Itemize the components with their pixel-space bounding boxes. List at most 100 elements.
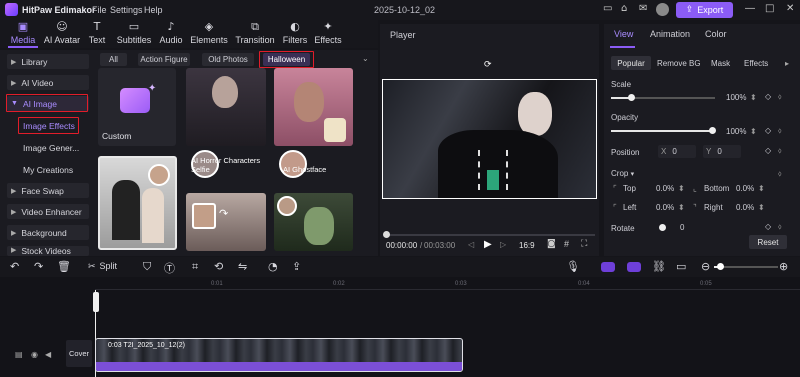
tab-media[interactable]: ▣ Media (8, 20, 38, 48)
opacity-value[interactable]: 100% (726, 127, 746, 136)
tab-filters[interactable]: ◐ Filters (281, 20, 309, 48)
speed-icon[interactable]: ◔ (268, 260, 278, 273)
crop-reset-icon[interactable]: ⬨ (778, 169, 782, 179)
aspect-ratio[interactable]: 16:9 (519, 241, 535, 250)
subtab-more-icon[interactable]: ▸ (785, 59, 789, 68)
visibility-icon[interactable]: ◉ (31, 350, 38, 359)
tab-ai-avatar[interactable]: ☺ AI Avatar (42, 20, 82, 48)
sidebar-item-my-creations[interactable]: My Creations (7, 162, 89, 177)
mirror-icon[interactable]: ⇋ (238, 260, 247, 273)
project-name[interactable]: 2025-10-12_02 (374, 5, 435, 15)
subtab-mask[interactable]: Mask (711, 59, 730, 68)
tab-audio[interactable]: ♪ Audio (157, 20, 185, 48)
halloween-tile-2[interactable] (274, 68, 353, 146)
preview-image[interactable] (382, 79, 597, 199)
menu-file[interactable]: File (92, 5, 107, 15)
tab-elements[interactable]: ◈ Elements (190, 20, 228, 48)
position-keyframe-icon[interactable]: ◇ (765, 146, 771, 155)
split-button[interactable]: ✂ Split (88, 261, 117, 272)
rotate-handle-icon[interactable]: ⟳ (484, 60, 492, 70)
link-toggle[interactable] (627, 262, 641, 272)
cover-button[interactable]: Cover (66, 340, 92, 367)
tab-color[interactable]: Color (705, 29, 727, 39)
maximize-icon[interactable]: □ (765, 3, 774, 14)
notification-icon[interactable]: ⌂ (621, 3, 627, 14)
sidebar-item-stock-videos[interactable]: ▶ Stock Videos (7, 246, 89, 256)
crop-bottom-value[interactable]: 0.0% (736, 184, 754, 193)
video-clip[interactable]: 0:03 T2I_2025_10_12(2) (95, 338, 463, 372)
export-frame-icon[interactable]: ⇪ (292, 260, 301, 273)
play-icon[interactable]: ▶ (484, 239, 492, 250)
reset-button[interactable]: Reset (749, 235, 787, 249)
delete-icon[interactable]: 🗑 (57, 260, 71, 273)
crop-label[interactable]: Crop ▾ (611, 169, 634, 178)
sidebar-item-face-swap[interactable]: ▶ Face Swap (7, 183, 89, 198)
close-icon[interactable]: ✕ (786, 3, 794, 14)
redo-icon[interactable]: ↷ (34, 260, 43, 273)
text-tool-icon[interactable]: Ⓣ (164, 260, 175, 276)
crop-top-value[interactable]: 0.0% (656, 184, 674, 193)
prev-frame-icon[interactable]: ◁ (468, 240, 474, 249)
menu-help[interactable]: Help (144, 5, 163, 15)
tab-transition[interactable]: ⧉ Transition (234, 20, 276, 48)
filter-chip-action-figure[interactable]: Action Figure (138, 53, 190, 66)
zoom-out-icon[interactable]: ⊖ (701, 260, 710, 273)
zoom-in-icon[interactable]: ⊕ (779, 260, 788, 273)
subtab-effects[interactable]: Effects (744, 59, 768, 68)
scale-keyframe-icon[interactable]: ◇ (765, 92, 771, 101)
scale-reset-icon[interactable]: ⬨ (778, 92, 782, 102)
position-y-field[interactable]: Y0 (703, 145, 741, 158)
crop-tool-icon[interactable]: ⌗ (192, 260, 198, 274)
crop-top-arrows-icon[interactable]: ⬍ (678, 184, 685, 193)
opacity-keyframe-icon[interactable]: ◇ (765, 126, 771, 135)
sidebar-item-video-enhancer[interactable]: ▶ Video Enhancer (7, 204, 89, 219)
menu-settings[interactable]: Settings (110, 5, 143, 15)
scale-arrows-icon[interactable]: ⬍ (750, 93, 757, 102)
rotate-value[interactable]: 0 (680, 223, 684, 232)
monitor-icon[interactable]: ▭ (603, 3, 612, 14)
playhead-knob[interactable] (383, 231, 390, 238)
scale-slider-knob[interactable] (628, 94, 635, 101)
export-button[interactable]: ⇪ Export (676, 2, 733, 18)
fullscreen-icon[interactable]: ⛶ (581, 239, 587, 249)
halloween-tile-5[interactable] (274, 193, 353, 251)
undo-icon[interactable]: ↶ (10, 260, 19, 273)
avatar[interactable] (656, 3, 669, 16)
camera-icon[interactable]: ◙ (547, 239, 556, 249)
zoom-slider-knob[interactable] (717, 263, 724, 270)
rotate-dial-knob[interactable] (659, 224, 666, 231)
tab-animation[interactable]: Animation (650, 29, 690, 39)
halloween-tile-3[interactable] (98, 156, 177, 250)
mail-icon[interactable]: ✉ (639, 3, 647, 14)
progress-track[interactable] (385, 234, 595, 236)
crop-left-arrows-icon[interactable]: ⬍ (678, 203, 685, 212)
halloween-tile-4[interactable]: ↷ (186, 193, 266, 251)
sidebar-item-image-generator[interactable]: Image Gener... (7, 140, 89, 155)
tab-view[interactable]: View (614, 29, 633, 39)
lock-icon[interactable]: ▤ (15, 350, 23, 359)
filter-chip-all[interactable]: All (100, 53, 127, 66)
opacity-arrows-icon[interactable]: ⬍ (750, 127, 757, 136)
position-reset-icon[interactable]: ⬨ (778, 146, 782, 156)
crop-left-value[interactable]: 0.0% (656, 203, 674, 212)
scale-value[interactable]: 100% (726, 93, 746, 102)
sidebar-item-background[interactable]: ▶ Background (7, 225, 89, 240)
filter-chip-old-photos[interactable]: Old Photos (202, 53, 254, 66)
grid-icon[interactable]: # (564, 239, 569, 249)
crop-bottom-arrows-icon[interactable]: ⬍ (758, 184, 765, 193)
playhead-marker[interactable] (93, 292, 99, 312)
tab-text[interactable]: T Text (86, 20, 108, 48)
rotate-tool-icon[interactable]: ⟲ (214, 260, 223, 273)
microphone-icon[interactable]: 🎙 (566, 260, 580, 273)
subtab-remove-bg[interactable]: Remove BG (657, 59, 701, 68)
tab-effects[interactable]: ✦ Effects (313, 20, 343, 48)
screen-icon[interactable]: ▭ (676, 260, 686, 273)
opacity-slider-knob[interactable] (709, 127, 716, 134)
chain-icon[interactable]: ⛓ (652, 260, 666, 273)
opacity-reset-icon[interactable]: ⬨ (778, 126, 782, 136)
crop-right-arrows-icon[interactable]: ⬍ (758, 203, 765, 212)
tab-subtitles[interactable]: ▭ Subtitles (114, 20, 154, 48)
crop-right-value[interactable]: 0.0% (736, 203, 754, 212)
next-frame-icon[interactable]: ▷ (500, 240, 506, 249)
shield-icon[interactable]: ⛉ (143, 260, 151, 274)
